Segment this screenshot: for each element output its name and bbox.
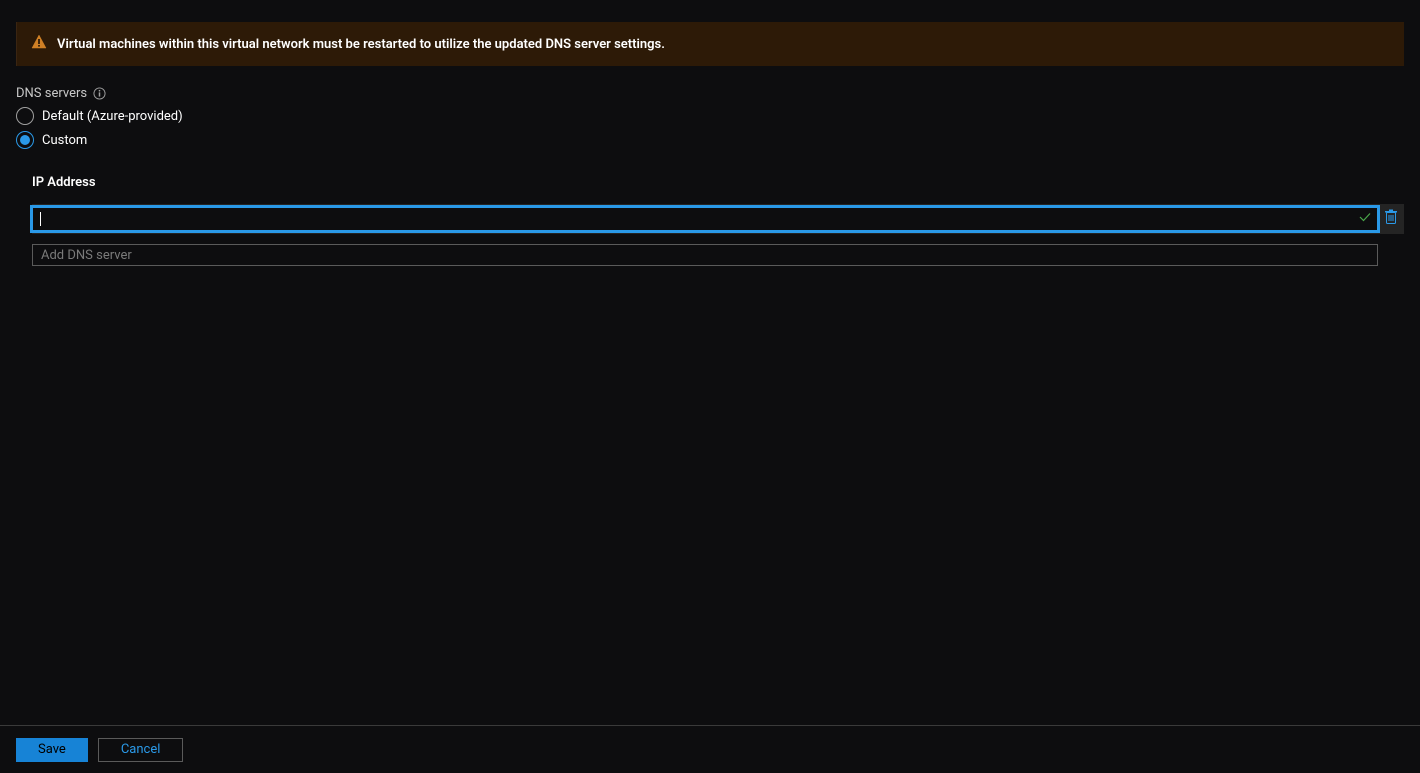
dns-servers-label-row: DNS servers <box>16 86 1404 101</box>
warning-banner: Virtual machines within this virtual net… <box>16 22 1404 66</box>
dns-radio-group: Default (Azure-provided) Custom <box>16 107 1404 149</box>
ip-address-header: IP Address <box>32 175 1404 190</box>
info-icon[interactable] <box>93 87 106 100</box>
radio-default-label: Default (Azure-provided) <box>42 109 183 124</box>
dns-servers-label: DNS servers <box>16 86 87 101</box>
warning-icon <box>31 34 47 54</box>
dns-input-add[interactable] <box>32 244 1378 266</box>
radio-default-control[interactable] <box>16 107 34 125</box>
main-content: Virtual machines within this virtual net… <box>0 0 1420 725</box>
radio-custom-label: Custom <box>42 133 87 148</box>
cancel-button[interactable]: Cancel <box>98 738 184 762</box>
dns-input-add-wrap <box>32 244 1378 266</box>
dns-input-row-primary <box>32 204 1404 234</box>
radio-custom-control[interactable] <box>16 131 34 149</box>
footer-bar: Save Cancel <box>0 725 1420 773</box>
radio-custom[interactable]: Custom <box>16 131 1404 149</box>
save-button[interactable]: Save <box>16 738 88 762</box>
dns-input-primary-wrap <box>32 207 1378 231</box>
delete-icon[interactable] <box>1384 209 1404 229</box>
dns-input-row-add <box>32 244 1404 266</box>
dns-input-primary[interactable] <box>32 207 1378 231</box>
text-cursor <box>40 212 41 226</box>
ip-address-section: IP Address <box>16 175 1404 266</box>
warning-message: Virtual machines within this virtual net… <box>57 37 665 52</box>
radio-default[interactable]: Default (Azure-provided) <box>16 107 1404 125</box>
